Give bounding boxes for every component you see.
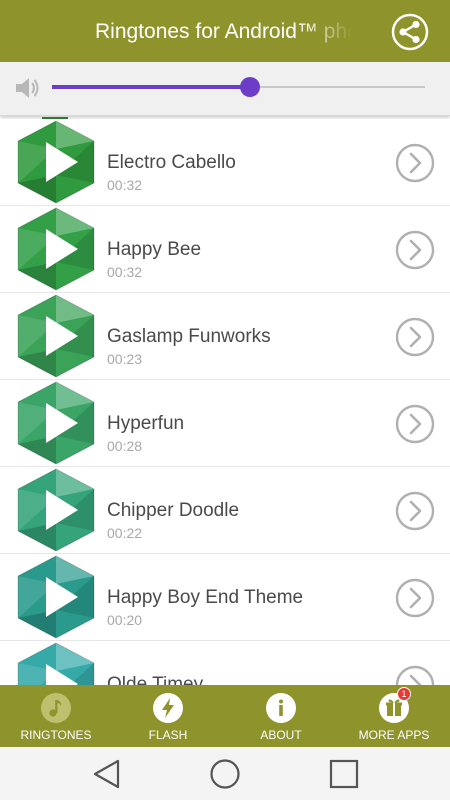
nav-label: MORE APPS bbox=[358, 728, 430, 742]
ringtone-row[interactable]: Chipper Doodle 00:22 bbox=[0, 467, 450, 554]
speaker-icon[interactable] bbox=[14, 74, 40, 102]
ringtone-row[interactable]: Electro Cabello 00:32 bbox=[0, 119, 450, 206]
nav-about[interactable]: ABOUT bbox=[241, 685, 321, 747]
nav-label: RINGTONES bbox=[20, 728, 92, 742]
nav-flash[interactable]: FLASH bbox=[128, 685, 208, 747]
ringtone-title: Happy Bee bbox=[107, 239, 202, 260]
volume-bar bbox=[0, 62, 450, 116]
ringtone-duration: 00:23 bbox=[107, 351, 143, 367]
nav-more-apps[interactable]: MORE APPS 1 bbox=[344, 685, 444, 747]
ringtone-duration: 00:32 bbox=[107, 177, 143, 193]
volume-slider-thumb[interactable] bbox=[239, 77, 260, 97]
info-icon bbox=[266, 693, 296, 723]
ringtone-row[interactable]: Happy Boy End Theme 00:20 bbox=[0, 554, 450, 641]
back-icon[interactable] bbox=[90, 757, 124, 791]
ringtone-row[interactable]: Gaslamp Funworks 00:23 bbox=[0, 293, 450, 380]
music-note-icon bbox=[41, 693, 71, 723]
app-header: Ringtones for Android™ phones bbox=[0, 0, 450, 62]
ringtone-title: Hyperfun bbox=[107, 413, 185, 434]
bottom-nav: RINGTONES FLASH ABOUT MORE APPS 1 bbox=[0, 685, 450, 747]
chevron-right-icon[interactable] bbox=[395, 404, 435, 444]
play-icon[interactable] bbox=[12, 380, 100, 466]
notification-badge: 1 bbox=[397, 687, 411, 701]
ringtone-duration: 00:28 bbox=[107, 438, 143, 454]
chevron-right-icon[interactable] bbox=[395, 491, 435, 531]
system-nav-bar bbox=[0, 747, 450, 800]
volume-slider[interactable] bbox=[52, 77, 425, 97]
share-icon[interactable] bbox=[391, 13, 429, 51]
ringtone-title: Chipper Doodle bbox=[107, 500, 240, 521]
ringtone-title: Electro Cabello bbox=[107, 152, 236, 173]
nav-label: ABOUT bbox=[260, 728, 302, 742]
ringtone-title: Olde Timey bbox=[107, 674, 204, 685]
play-icon[interactable] bbox=[12, 206, 100, 292]
recents-icon[interactable] bbox=[327, 757, 361, 791]
nav-ringtones[interactable]: RINGTONES bbox=[6, 685, 106, 747]
ringtone-duration: 00:22 bbox=[107, 525, 143, 541]
ringtone-row[interactable]: Happy Bee 00:32 bbox=[0, 206, 450, 293]
ringtone-duration: 00:32 bbox=[107, 264, 143, 280]
play-icon[interactable] bbox=[12, 119, 100, 205]
play-icon[interactable] bbox=[12, 554, 100, 640]
chevron-right-icon[interactable] bbox=[395, 578, 435, 618]
ringtone-list[interactable]: Electro Cabello 00:32 Happy Bee 00:32 Gaslam… bbox=[0, 117, 450, 685]
volume-slider-fill bbox=[52, 85, 250, 89]
chevron-right-icon[interactable] bbox=[395, 665, 435, 685]
flash-icon bbox=[153, 693, 183, 723]
notification-badge-count: 1 bbox=[401, 689, 407, 699]
chevron-right-icon[interactable] bbox=[395, 143, 435, 183]
ringtone-row[interactable]: Olde Timey bbox=[0, 641, 450, 685]
nav-label: FLASH bbox=[148, 728, 188, 742]
title-fade bbox=[300, 10, 362, 54]
chevron-right-icon[interactable] bbox=[395, 317, 435, 357]
home-icon[interactable] bbox=[208, 757, 242, 791]
chevron-right-icon[interactable] bbox=[395, 230, 435, 270]
ringtone-row[interactable]: Hyperfun 00:28 bbox=[0, 380, 450, 467]
play-icon[interactable] bbox=[12, 467, 100, 553]
play-icon[interactable] bbox=[12, 293, 100, 379]
ringtone-duration: 00:20 bbox=[107, 612, 143, 628]
ringtone-title: Happy Boy End Theme bbox=[107, 587, 304, 608]
ringtone-title: Gaslamp Funworks bbox=[107, 326, 271, 347]
play-icon[interactable] bbox=[12, 641, 100, 685]
